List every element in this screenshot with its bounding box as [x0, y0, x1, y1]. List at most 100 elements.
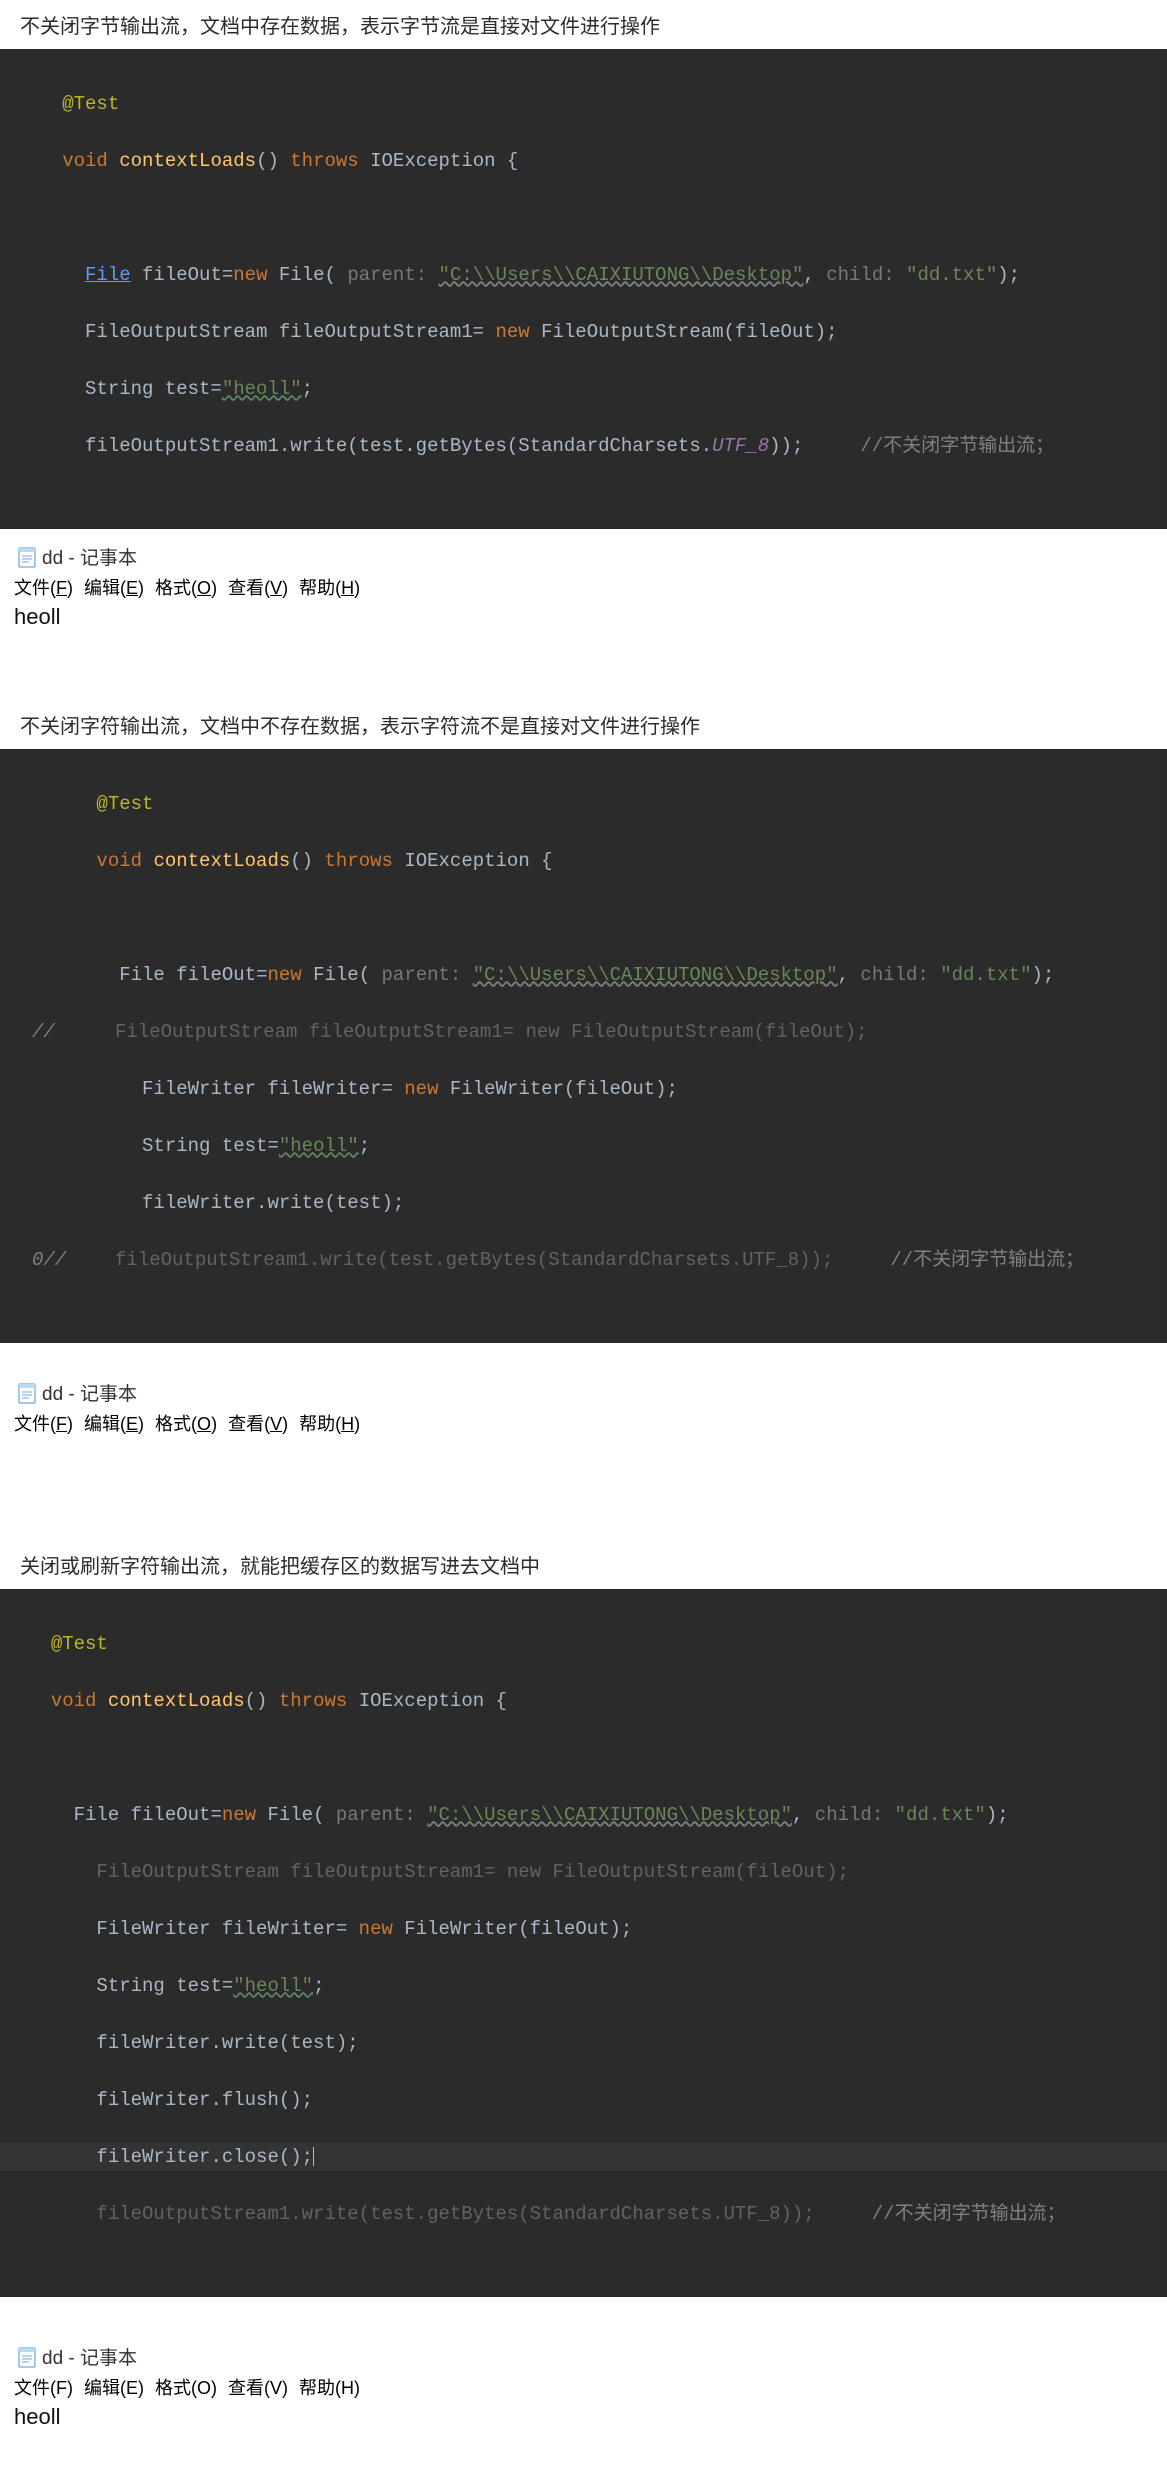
commented-fos: FileOutputStream fileOutputStream1= new … — [96, 1861, 849, 1883]
notepad-icon — [18, 2346, 36, 2368]
menu-file[interactable]: 文件(F) — [14, 2378, 73, 2398]
fw-decl: FileWriter fileWriter= — [96, 1918, 358, 1940]
annotation: @Test — [62, 93, 119, 115]
menu-format[interactable]: 格式(O) — [155, 1414, 217, 1434]
utf8-const: UTF_8 — [712, 435, 769, 457]
fw-write: fileWriter.write(test); — [96, 2032, 358, 2054]
string-child: "dd.txt" — [940, 964, 1031, 986]
var-fileout: fileOut — [131, 1804, 211, 1826]
string-val: "heoll" — [233, 1975, 313, 1997]
comment: //不关闭字节输出流； — [890, 1249, 1084, 1271]
string-decl: String test= — [85, 378, 222, 400]
notepad-2: dd - 记事本 文件(F) 编辑(E) 格式(O) 查看(V) 帮助(H) — [0, 1373, 1167, 1450]
exception-class: IOException — [359, 1690, 484, 1712]
exception-class: IOException — [404, 850, 529, 872]
notepad-body — [0, 1438, 1167, 1450]
fw-flush: fileWriter.flush(); — [96, 2089, 313, 2111]
section-1: 不关闭字节输出流，文档中存在数据，表示字节流是直接对文件进行操作 @Test v… — [0, 0, 1167, 640]
method-name: contextLoads — [119, 150, 256, 172]
string-decl: String test= — [96, 1975, 233, 1997]
string-parent: "C:\\Users\\CAIXIUTONG\\Desktop" — [427, 1804, 792, 1826]
notepad-title: dd - 记事本 — [0, 1373, 1167, 1408]
text-cursor — [313, 2147, 314, 2166]
notepad-title-text: dd - 记事本 — [42, 543, 137, 570]
menu-view[interactable]: 查看(V) — [228, 578, 288, 598]
fw-close: fileWriter.close(); — [96, 2146, 313, 2168]
notepad-menu[interactable]: 文件(F) 编辑(E) 格式(O) 查看(V) 帮助(H) — [0, 1408, 1167, 1438]
write-tail: )); — [769, 435, 803, 457]
file-class-link: File — [85, 264, 131, 286]
var-fileout: fileOut — [176, 964, 256, 986]
menu-edit[interactable]: 编辑(E) — [84, 1414, 144, 1434]
hint-child: child: — [860, 964, 928, 986]
exception-class: IOException — [370, 150, 495, 172]
menu-format[interactable]: 格式(O) — [155, 578, 217, 598]
notepad-title-text: dd - 记事本 — [42, 2343, 137, 2370]
string-decl: String test= — [142, 1135, 279, 1157]
caption-2: 不关闭字符输出流，文档中不存在数据，表示字符流不是直接对文件进行操作 — [0, 700, 1167, 749]
notepad-title: dd - 记事本 — [0, 2337, 1167, 2372]
fw-write: fileWriter.write(test); — [142, 1192, 404, 1214]
string-val: "heoll" — [222, 378, 302, 400]
keyword-new: new — [404, 1078, 438, 1100]
notepad-1: dd - 记事本 文件(F) 编辑(E) 格式(O) 查看(V) 帮助(H) h… — [0, 537, 1167, 640]
notepad-body: heoll — [0, 2402, 1167, 2440]
menu-view[interactable]: 查看(V) — [228, 1414, 288, 1434]
menu-format[interactable]: 格式(O) — [155, 2378, 217, 2398]
notepad-menu[interactable]: 文件(F) 编辑(E) 格式(O) 查看(V) 帮助(H) — [0, 572, 1167, 602]
notepad-menu[interactable]: 文件(F) 编辑(E) 格式(O) 查看(V) 帮助(H) — [0, 2372, 1167, 2402]
keyword-void: void — [96, 850, 142, 872]
gutter-comment-mark: 0// — [28, 1246, 58, 1275]
annotation: @Test — [51, 1633, 108, 1655]
notepad-3: dd - 记事本 文件(F) 编辑(E) 格式(O) 查看(V) 帮助(H) h… — [0, 2337, 1167, 2440]
keyword-throws: throws — [279, 1690, 347, 1712]
caption-1: 不关闭字节输出流，文档中存在数据，表示字节流是直接对文件进行操作 — [0, 0, 1167, 49]
notepad-title-text: dd - 记事本 — [42, 1379, 137, 1406]
menu-file[interactable]: 文件(F) — [14, 1414, 73, 1434]
gutter-comment-mark: // — [28, 1018, 58, 1047]
file-class: File — [119, 964, 165, 986]
comment: //不关闭字节输出流； — [860, 435, 1054, 457]
string-child: "dd.txt" — [906, 264, 997, 286]
string-val: "heoll" — [279, 1135, 359, 1157]
menu-file[interactable]: 文件(F) — [14, 578, 73, 598]
notepad-body: heoll — [0, 602, 1167, 640]
codeblock-2: @Test void contextLoads() throws IOExcep… — [0, 749, 1167, 1343]
hint-parent: parent: — [347, 264, 427, 286]
notepad-title: dd - 记事本 — [0, 537, 1167, 572]
method-name: contextLoads — [153, 850, 290, 872]
menu-help[interactable]: 帮助(H) — [299, 2378, 360, 2398]
string-child: "dd.txt" — [895, 1804, 986, 1826]
keyword-new: new — [495, 321, 529, 343]
notepad-icon — [18, 1382, 36, 1404]
fw-ctor: FileWriter(fileOut); — [439, 1078, 678, 1100]
keyword-throws: throws — [290, 150, 358, 172]
menu-view[interactable]: 查看(V) — [228, 2378, 288, 2398]
keyword-new: new — [267, 964, 301, 986]
codeblock-3: @Test void contextLoads() throws IOExcep… — [0, 1589, 1167, 2297]
menu-edit[interactable]: 编辑(E) — [84, 2378, 144, 2398]
keyword-void: void — [51, 1690, 97, 1712]
commented-write: fileOutputStream1.write(test.getBytes(St… — [96, 2203, 814, 2225]
hint-parent: parent: — [382, 964, 462, 986]
menu-help[interactable]: 帮助(H) — [299, 1414, 360, 1434]
annotation: @Test — [96, 793, 153, 815]
commented-fos: FileOutputStream fileOutputStream1= new … — [115, 1021, 868, 1043]
commented-write: fileOutputStream1.write(test.getBytes(St… — [115, 1249, 833, 1271]
string-parent: "C:\\Users\\CAIXIUTONG\\Desktop" — [439, 264, 804, 286]
method-name: contextLoads — [108, 1690, 245, 1712]
hint-child: child: — [826, 264, 894, 286]
menu-help[interactable]: 帮助(H) — [299, 578, 360, 598]
fw-ctor: FileWriter(fileOut); — [393, 1918, 632, 1940]
fos-ctor: FileOutputStream(fileOut); — [530, 321, 838, 343]
keyword-new: new — [233, 264, 267, 286]
caption-3: 关闭或刷新字符输出流，就能把缓存区的数据写进去文档中 — [0, 1540, 1167, 1589]
keyword-throws: throws — [324, 850, 392, 872]
menu-edit[interactable]: 编辑(E) — [84, 578, 144, 598]
string-parent: "C:\\Users\\CAIXIUTONG\\Desktop" — [473, 964, 838, 986]
keyword-void: void — [62, 150, 108, 172]
comment: //不关闭字节输出流； — [872, 2203, 1066, 2225]
fw-decl: FileWriter fileWriter= — [142, 1078, 404, 1100]
codeblock-1: @Test void contextLoads() throws IOExcep… — [0, 49, 1167, 529]
write-call: fileOutputStream1.write(test.getBytes(St… — [85, 435, 712, 457]
